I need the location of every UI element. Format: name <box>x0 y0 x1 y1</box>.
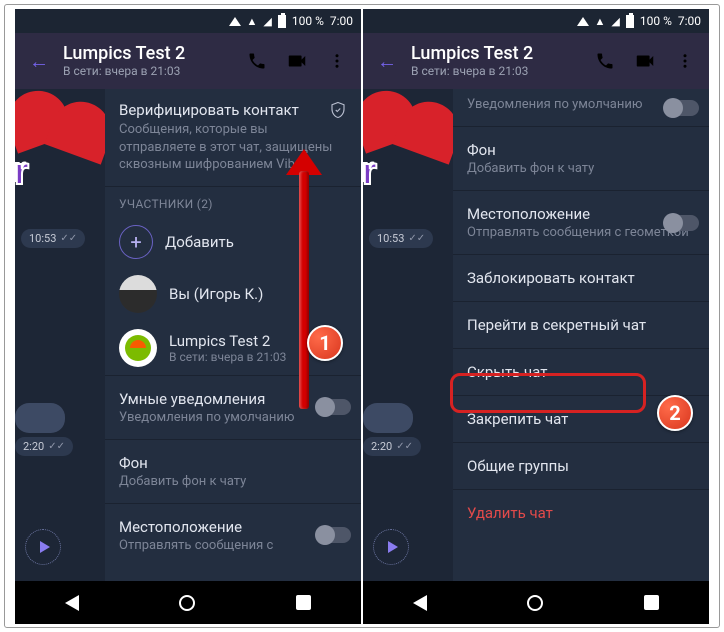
row-title: Перейти в секретный чат <box>467 316 646 334</box>
more-button[interactable] <box>321 45 353 77</box>
wifi-icon <box>247 14 258 28</box>
add-label: Добавить <box>165 233 234 251</box>
row-title: Заблокировать контакт <box>467 269 635 287</box>
row-title: Местоположение <box>467 205 695 223</box>
step-badge-2: 2 <box>657 395 693 431</box>
battery-icon <box>626 15 634 28</box>
voice-message[interactable] <box>25 529 61 565</box>
nav-recent[interactable] <box>644 595 659 610</box>
cast-icon <box>577 17 589 26</box>
video-call-button[interactable] <box>281 45 313 77</box>
viber-sticker: er er <box>15 89 91 209</box>
row-title: Умные уведомления <box>119 390 347 408</box>
shield-icon <box>329 101 347 119</box>
nav-recent[interactable] <box>296 595 311 610</box>
signal-icon <box>263 14 271 28</box>
video-call-button[interactable] <box>629 45 661 77</box>
background-row[interactable]: Фон Добавить фон к чату <box>453 127 709 190</box>
back-button[interactable]: ← <box>23 49 55 74</box>
hide-chat-row[interactable]: Скрыть чат <box>453 349 709 395</box>
wifi-icon <box>595 14 606 28</box>
add-participant-button[interactable]: + Добавить <box>105 217 361 267</box>
chat-info-panel: Уведомления по умолчанию Фон Добавить фо… <box>453 89 709 581</box>
header-subtitle: В сети: вчера в 21:03 <box>63 64 233 78</box>
row-subtitle: Добавить фон к чату <box>467 161 695 176</box>
signal-icon <box>611 14 619 28</box>
battery-percent: 100 % <box>640 14 672 28</box>
toggle-switch[interactable] <box>317 527 351 543</box>
toggle-switch[interactable] <box>665 215 699 231</box>
message-time: 2:20✓✓ <box>15 437 73 456</box>
cast-icon <box>229 17 241 26</box>
row-title: Удалить чат <box>467 504 553 522</box>
plus-icon: + <box>119 225 153 259</box>
background-row[interactable]: Фон Добавить фон к чату <box>105 440 361 503</box>
battery-icon <box>278 15 286 28</box>
clock: 7:00 <box>330 14 353 28</box>
location-row[interactable]: Местоположение Отправлять сообщения с <box>105 504 361 567</box>
avatar <box>119 275 157 313</box>
call-button[interactable] <box>589 45 621 77</box>
location-row[interactable]: Местоположение Отправлять сообщения с ге… <box>453 191 709 254</box>
secret-chat-row[interactable]: Перейти в секретный чат <box>453 302 709 348</box>
header-title: Lumpics Test 2 <box>411 44 581 64</box>
row-title: Местоположение <box>119 518 347 536</box>
row-title: Скрыть чат <box>467 363 547 381</box>
header-title: Lumpics Test 2 <box>63 44 233 64</box>
header-subtitle: В сети: вчера в 21:03 <box>411 64 581 78</box>
common-groups-row[interactable]: Общие группы <box>453 443 709 489</box>
viber-sticker: er er <box>363 89 439 209</box>
smart-notifications-row[interactable]: Уведомления по умолчанию <box>453 89 709 126</box>
verify-contact-row[interactable]: Верифицировать контакт Сообщения, которы… <box>105 89 361 186</box>
row-title: Закрепить чат <box>467 410 568 428</box>
nav-back[interactable] <box>65 595 79 611</box>
row-subtitle: Добавить фон к чату <box>119 474 347 489</box>
participants-caption: УЧАСТНИКИ (2) <box>105 187 361 217</box>
toggle-switch[interactable] <box>665 100 699 116</box>
message-time: 2:20✓✓ <box>363 437 421 456</box>
left-screenshot: 100 % 7:00 ← Lumpics Test 2 В сети: вчер… <box>15 9 361 624</box>
verify-title: Верифицировать контакт <box>119 101 299 119</box>
row-subtitle: Уведомления по умолчанию <box>119 410 347 425</box>
back-button[interactable]: ← <box>371 49 403 74</box>
android-nav-bar <box>363 581 709 624</box>
participant-name: Вы (Игорь К.) <box>169 285 263 303</box>
toggle-switch[interactable] <box>317 399 351 415</box>
status-bar: 100 % 7:00 <box>15 9 361 33</box>
delete-chat-row[interactable]: Удалить чат <box>453 490 709 536</box>
participant-you[interactable]: Вы (Игорь К.) <box>105 267 361 321</box>
block-contact-row[interactable]: Заблокировать контакт <box>453 255 709 301</box>
smart-notifications-row[interactable]: Умные уведомления Уведомления по умолчан… <box>105 376 361 439</box>
nav-home[interactable] <box>179 595 195 611</box>
clock: 7:00 <box>678 14 701 28</box>
row-subtitle: Отправлять сообщения с геометкой <box>467 225 695 240</box>
participant-name: Lumpics Test 2 <box>169 332 286 350</box>
message-time: 10:53✓✓ <box>369 229 433 248</box>
row-title: Общие группы <box>467 457 569 475</box>
row-subtitle: Уведомления по умолчанию <box>467 97 695 112</box>
nav-back[interactable] <box>413 595 427 611</box>
chat-header: ← Lumpics Test 2 В сети: вчера в 21:03 <box>363 33 709 89</box>
message-bubble <box>363 403 413 433</box>
step-badge-1: 1 <box>307 325 343 361</box>
message-time: 10:53✓✓ <box>21 229 85 248</box>
row-title: Фон <box>119 454 347 472</box>
avatar <box>119 329 157 367</box>
chat-header: ← Lumpics Test 2 В сети: вчера в 21:03 <box>15 33 361 89</box>
nav-home[interactable] <box>527 595 543 611</box>
battery-percent: 100 % <box>292 14 324 28</box>
more-button[interactable] <box>669 45 701 77</box>
row-subtitle: Отправлять сообщения с <box>119 538 347 553</box>
message-bubble <box>15 403 65 433</box>
voice-message[interactable] <box>373 529 409 565</box>
right-screenshot: 100 % 7:00 ← Lumpics Test 2 В сети: вчер… <box>363 9 709 624</box>
chat-background: er er 10:53✓✓ 2:20✓✓ <box>15 89 105 581</box>
status-bar: 100 % 7:00 <box>363 9 709 33</box>
participant-status: В сети: вчера в 21:03 <box>169 350 286 364</box>
call-button[interactable] <box>241 45 273 77</box>
row-title: Фон <box>467 141 695 159</box>
android-nav-bar <box>15 581 361 624</box>
chat-background: er er 10:53✓✓ 2:20✓✓ <box>363 89 453 581</box>
